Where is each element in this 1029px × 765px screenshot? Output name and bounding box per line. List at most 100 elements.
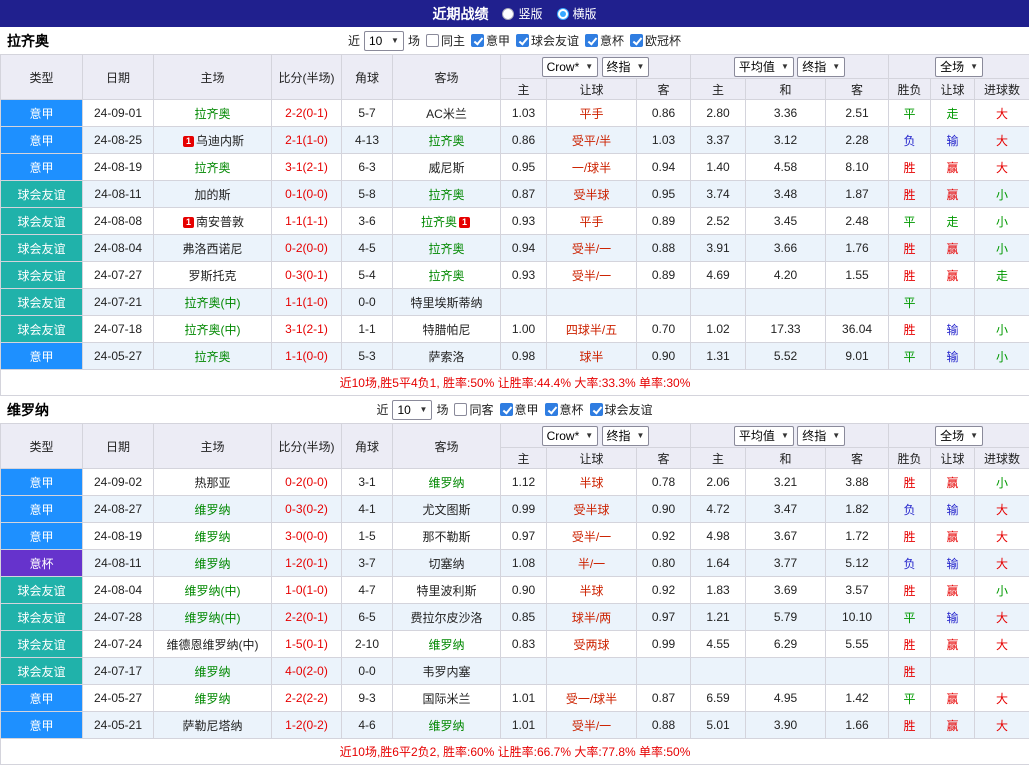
recent-count-select[interactable]: 10 ▼ [392,400,432,420]
col-header-avg-draw: 和 [746,79,826,100]
away-team: AC米兰 [393,100,501,127]
bookmaker-select[interactable]: Crow* ▼ [542,57,599,77]
section-header: 拉齐奥 近 10 ▼ 场 同主 意甲 球会友谊 意杯 [0,27,1029,54]
league-checkbox-friendly[interactable]: 球会友谊 [590,401,653,418]
away-odds: 0.92 [637,577,691,604]
away-odds: 0.95 [637,181,691,208]
match-date: 24-08-08 [83,208,154,235]
corner-count: 3-7 [342,550,393,577]
average-select[interactable]: 平均值 ▼ [734,57,794,77]
goals-total: 大 [975,100,1029,127]
checkbox-icon [545,403,558,416]
league-checkbox-ucl[interactable]: 欧冠杯 [630,32,681,49]
league-checkbox-serie-a[interactable]: 意甲 [471,32,510,49]
avg-home-odds: 1.02 [691,316,746,343]
away-team: 切塞纳 [393,550,501,577]
home-odds: 0.90 [501,577,547,604]
handicap-line: 半/一 [547,550,637,577]
corner-count: 0-0 [342,289,393,316]
handicap-result: 赢 [931,631,975,658]
radio-horizontal-layout[interactable]: 横版 [557,5,597,22]
avg-away-odds: 36.04 [826,316,889,343]
league-type: 球会友谊 [1,577,83,604]
league-type: 球会友谊 [1,316,83,343]
away-team: 拉齐奥 [393,127,501,154]
home-team: 加的斯 [154,181,272,208]
home-team-name: 南安普敦 [196,215,244,229]
match-result: 胜 [889,262,931,289]
avg-away-odds: 1.82 [826,496,889,523]
match-date: 24-08-11 [83,550,154,577]
away-team: 尤文图斯 [393,496,501,523]
avg-time-select[interactable]: 终指 ▼ [797,426,845,446]
radio-vertical-layout[interactable]: 竖版 [502,5,542,22]
match-row: 意甲24-08-251乌迪内斯2-1(1-0)4-13拉齐奥0.86受平/半1.… [1,127,1029,154]
league-checkbox-italy-cup[interactable]: 意杯 [585,32,624,49]
avg-home-odds: 4.55 [691,631,746,658]
score-halftime: 4-0(2-0) [272,658,342,685]
chevron-down-icon: ▼ [391,36,399,45]
same-home-checkbox[interactable]: 同主 [426,32,465,49]
full-match-select[interactable]: 全场 ▼ [935,57,983,77]
checkbox-icon [500,403,513,416]
away-team-name: 拉齐奥 [428,269,464,283]
match-row: 意杯24-08-11维罗纳1-2(0-1)3-7切塞纳1.08半/一0.801.… [1,550,1029,577]
away-team-name: 拉齐奥 [428,242,464,256]
away-team-name: 特里埃斯蒂纳 [410,296,482,310]
avg-away-odds: 1.55 [826,262,889,289]
league-type: 球会友谊 [1,658,83,685]
recent-count-select[interactable]: 10 ▼ [364,31,404,51]
league-type: 意甲 [1,127,83,154]
odds-time-select[interactable]: 终指 ▼ [602,57,650,77]
home-team-name: 维罗纳 [194,503,230,517]
league-type: 意甲 [1,469,83,496]
match-date: 24-05-27 [83,343,154,370]
league-checkbox-friendly[interactable]: 球会友谊 [516,32,579,49]
league-type: 球会友谊 [1,262,83,289]
score-halftime: 2-2(2-2) [272,685,342,712]
checkbox-icon [590,403,603,416]
handicap-line: 受半/一 [547,235,637,262]
match-date: 24-05-21 [83,712,154,739]
avg-draw-odds: 3.66 [746,235,826,262]
page-title: 近期战绩 [432,4,488,24]
full-match-select[interactable]: 全场 ▼ [935,426,983,446]
col-header-away: 客场 [393,424,501,469]
handicap-result: 输 [931,604,975,631]
avg-time-select[interactable]: 终指 ▼ [797,57,845,77]
away-team-name: 拉齐奥 [421,215,457,229]
match-date: 24-08-25 [83,127,154,154]
odds-time-select[interactable]: 终指 ▼ [602,426,650,446]
away-team-name: 维罗纳 [428,719,464,733]
handicap-result: 赢 [931,235,975,262]
league-checkbox-serie-a[interactable]: 意甲 [500,401,539,418]
away-odds [637,658,691,685]
bookmaker-select[interactable]: Crow* ▼ [542,426,599,446]
goals-total: 小 [975,577,1029,604]
league-checkbox-italy-cup[interactable]: 意杯 [545,401,584,418]
away-odds: 1.03 [637,127,691,154]
home-team: 罗斯托克 [154,262,272,289]
avg-away-odds: 3.57 [826,577,889,604]
handicap-result: 赢 [931,712,975,739]
checkbox-icon [630,34,643,47]
handicap-line [547,658,637,685]
corner-count: 2-10 [342,631,393,658]
away-team-name: AC米兰 [426,107,467,121]
away-team: 特里埃斯蒂纳 [393,289,501,316]
avg-away-odds: 2.28 [826,127,889,154]
match-row: 球会友谊24-07-21拉齐奥(中)1-1(1-0)0-0特里埃斯蒂纳平 [1,289,1029,316]
average-select[interactable]: 平均值 ▼ [734,426,794,446]
same-away-checkbox[interactable]: 同客 [454,401,493,418]
away-odds: 0.70 [637,316,691,343]
goals-total: 小 [975,316,1029,343]
handicap-result [931,289,975,316]
home-team-name: 拉齐奥(中) [185,296,241,310]
match-result: 平 [889,685,931,712]
avg-group-header: 平均值 ▼ 终指 ▼ [691,424,889,448]
match-date: 24-08-11 [83,181,154,208]
col-header-avg-home: 主 [691,448,746,469]
home-team: 维罗纳 [154,658,272,685]
match-row: 球会友谊24-07-17维罗纳4-0(2-0)0-0韦罗内塞胜 [1,658,1029,685]
match-date: 24-05-27 [83,685,154,712]
